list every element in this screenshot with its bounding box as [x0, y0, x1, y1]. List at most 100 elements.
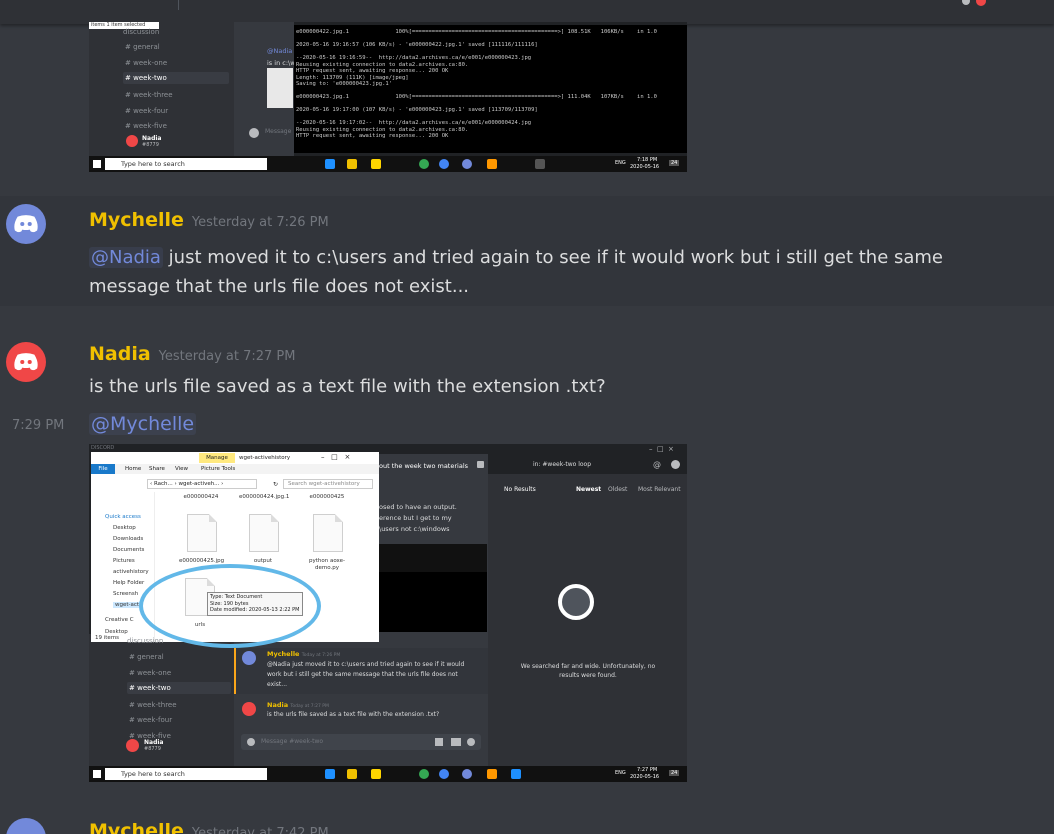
channel-general[interactable]: # general — [125, 43, 160, 51]
file-label[interactable]: e000000425.jpg — [179, 558, 224, 564]
message-author[interactable]: Nadia Yesterday at 7:27 PM — [89, 343, 296, 365]
manage-tab[interactable]: Manage — [199, 453, 235, 463]
explorer-icon[interactable] — [347, 159, 357, 169]
nav-documents[interactable]: Documents — [113, 547, 144, 553]
add-attachment-icon[interactable] — [249, 128, 259, 138]
ribbon-view-tab[interactable]: View — [175, 466, 188, 472]
channel-week-two[interactable]: # week-two — [123, 72, 229, 84]
channel-discussion[interactable]: discussion — [123, 28, 159, 36]
tab-no-results[interactable]: No Results — [504, 486, 536, 493]
refresh-icon[interactable]: ↻ — [273, 481, 278, 488]
edge-icon[interactable] — [325, 159, 335, 169]
ribbon-share-tab[interactable]: Share — [149, 466, 165, 472]
file-label[interactable]: e000000424 — [179, 494, 223, 500]
file-label[interactable]: python aoxe-demo.py — [305, 558, 349, 572]
channel-week-four[interactable]: # week-four — [125, 107, 168, 115]
file-icon[interactable] — [313, 514, 343, 552]
start-button[interactable] — [93, 770, 101, 778]
help-icon[interactable] — [671, 460, 680, 469]
user-avatar[interactable] — [126, 135, 138, 147]
user-mention[interactable]: @Nadia — [89, 247, 163, 268]
discord-icon[interactable] — [462, 769, 472, 779]
app-icon[interactable] — [439, 769, 449, 779]
message-author[interactable]: Mychelle Yesterday at 7:26 PM — [89, 209, 329, 231]
avatar[interactable] — [6, 818, 46, 834]
inner-avatar[interactable] — [242, 651, 256, 665]
explorer-icon[interactable] — [347, 769, 357, 779]
file-icon[interactable] — [249, 514, 279, 552]
start-button[interactable] — [93, 160, 101, 168]
chrome-icon[interactable] — [419, 159, 429, 169]
emoji-icon[interactable] — [467, 738, 475, 746]
mentions-icon[interactable]: @ — [653, 460, 661, 469]
address-bar[interactable]: ‹ Rach... › wget-activeh... › — [147, 479, 257, 489]
inner-author-name[interactable]: Nadia — [267, 701, 288, 709]
channel-week-two[interactable]: # week-two — [127, 682, 231, 694]
channel-week-three[interactable]: # week-three — [129, 701, 177, 709]
nav-pictures[interactable]: Pictures — [113, 558, 135, 564]
notification-count[interactable]: 24 — [669, 160, 680, 166]
tab-most-relevant[interactable]: Most Relevant — [638, 486, 681, 493]
channel-week-one[interactable]: # week-one — [125, 59, 167, 67]
nav-activehistory[interactable]: activehistory — [113, 569, 149, 575]
avatar[interactable] — [6, 342, 46, 382]
channel-general[interactable]: # general — [129, 653, 164, 661]
channel-discussion[interactable]: discussion — [127, 637, 163, 645]
gif-icon[interactable] — [451, 738, 461, 746]
user-avatar[interactable] — [126, 739, 139, 752]
nav-creative-cloud[interactable]: Creative C — [105, 617, 134, 623]
nav-quick-access[interactable]: Quick access — [105, 514, 141, 520]
message-author[interactable]: Mychelle Yesterday at 7:42 PM — [89, 820, 329, 834]
author-name[interactable]: Mychelle — [89, 820, 184, 834]
edge-icon[interactable] — [325, 769, 335, 779]
terminal-icon[interactable] — [535, 159, 545, 169]
tab-oldest[interactable]: Oldest — [608, 486, 627, 493]
message-input[interactable]: Message — [265, 128, 291, 135]
file-icon[interactable] — [187, 514, 217, 552]
channel-week-one[interactable]: # week-one — [129, 669, 171, 677]
inner-author[interactable]: Nadia Today at 7:27 PM — [267, 701, 329, 709]
notification-count[interactable]: 24 — [669, 770, 680, 776]
channel-week-four[interactable]: # week-four — [129, 716, 172, 724]
discord-icon[interactable] — [462, 159, 472, 169]
ribbon-file-tab[interactable]: File — [91, 464, 115, 474]
gift-icon[interactable] — [435, 738, 443, 746]
sublime-icon[interactable] — [487, 769, 497, 779]
file-label[interactable]: e000000424.jpg.1 — [239, 494, 289, 500]
inner-avatar[interactable] — [242, 702, 256, 716]
app-icon[interactable] — [439, 159, 449, 169]
nav-desktop[interactable]: Desktop — [113, 525, 136, 531]
screenshot-app-icon[interactable] — [511, 769, 521, 779]
attachment-screenshot-1[interactable]: items 1 item selected discussion # gener… — [89, 22, 687, 172]
nav-screenshots[interactable]: Screensh — [113, 591, 138, 597]
pin-icon[interactable] — [477, 461, 484, 468]
notes-icon[interactable] — [371, 769, 381, 779]
inner-author[interactable]: Mychelle Today at 7:26 PM — [267, 650, 340, 658]
help-icon[interactable] — [962, 0, 970, 5]
ribbon-picture-tools-tab[interactable]: Picture Tools — [201, 466, 235, 472]
nav-wget[interactable]: wget-act — [113, 602, 142, 608]
sublime-icon[interactable] — [487, 159, 497, 169]
nav-downloads[interactable]: Downloads — [113, 536, 143, 542]
add-attachment-icon[interactable] — [247, 738, 255, 746]
inner-author-name[interactable]: Mychelle — [267, 650, 299, 658]
nav-help-folder[interactable]: Help Folder — [113, 580, 144, 586]
file-label[interactable]: e000000425 — [305, 494, 349, 500]
notes-icon[interactable] — [371, 159, 381, 169]
ribbon-home-tab[interactable]: Home — [125, 466, 141, 472]
search-box[interactable]: in: #week-two loop — [529, 459, 649, 471]
file-label[interactable]: output — [241, 558, 285, 564]
notification-badge-icon[interactable] — [976, 0, 986, 6]
tab-newest[interactable]: Newest — [576, 486, 601, 493]
explorer-search[interactable]: Search wget-activehistory — [283, 479, 373, 489]
avatar[interactable] — [6, 204, 46, 244]
window-controls[interactable]: – □ × — [321, 453, 350, 461]
taskbar-search[interactable]: Type here to search — [105, 768, 267, 780]
author-name[interactable]: Nadia — [89, 343, 151, 365]
attachment-screenshot-2[interactable]: DISCORD – □ × out the week two materials… — [89, 444, 687, 782]
chrome-icon[interactable] — [419, 769, 429, 779]
inner-message-input[interactable]: Message #week-two — [241, 734, 481, 750]
user-mention[interactable]: @Mychelle — [89, 413, 197, 435]
channel-week-three[interactable]: # week-three — [125, 91, 173, 99]
window-controls[interactable]: – □ × — [649, 445, 674, 453]
